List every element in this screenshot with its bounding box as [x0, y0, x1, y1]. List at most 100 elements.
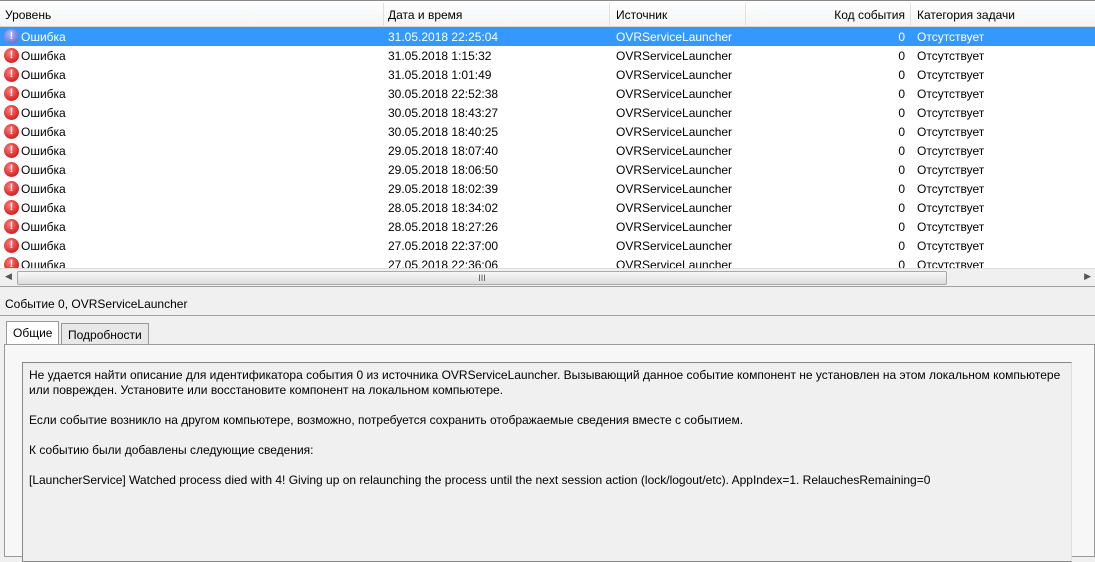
description-paragraph: К событию были добавлены следующие сведе… — [29, 443, 314, 457]
cell-category: Отсутствует — [917, 125, 985, 139]
cell-event-id: 0 — [898, 163, 905, 177]
cell-event-id: 0 — [898, 220, 905, 234]
cell-category: Отсутствует — [917, 182, 985, 196]
column-source[interactable]: Источник — [616, 8, 667, 22]
cell-level: Ошибка — [21, 106, 66, 120]
cell-level: Ошибка — [21, 182, 66, 196]
cell-level: Ошибка — [21, 201, 66, 215]
table-row[interactable]: ! Ошибка 27.05.2018 22:37:00 OVRServiceL… — [0, 236, 1095, 255]
cell-level: Ошибка — [21, 68, 66, 82]
table-row[interactable]: ! Ошибка 30.05.2018 18:40:25 OVRServiceL… — [0, 122, 1095, 141]
error-icon: ! — [4, 105, 19, 120]
error-icon: ! — [4, 162, 19, 177]
cell-level: Ошибка — [21, 125, 66, 139]
error-icon: ! — [4, 48, 19, 63]
cell-category: Отсутствует — [917, 144, 985, 158]
cell-level: Ошибка — [21, 239, 66, 253]
cell-event-id: 0 — [898, 182, 905, 196]
cell-event-id: 0 — [898, 87, 905, 101]
cell-source: OVRServiceLauncher — [616, 68, 733, 82]
cell-source: OVRServiceLauncher — [616, 201, 733, 215]
table-row[interactable]: ! Ошибка 31.05.2018 22:25:04 OVRServiceL… — [0, 27, 1095, 46]
cell-event-id: 0 — [898, 30, 905, 44]
error-icon: ! — [4, 67, 19, 82]
error-icon: ! — [4, 86, 19, 101]
table-row[interactable]: ! Ошибка 29.05.2018 18:02:39 OVRServiceL… — [0, 179, 1095, 198]
cell-category: Отсутствует — [917, 68, 985, 82]
scroll-left-arrow-icon[interactable]: ◀ — [5, 271, 12, 282]
event-description[interactable]: Не удается найти описание для идентифика… — [22, 362, 1072, 562]
cell-datetime: 31.05.2018 1:01:49 — [388, 68, 492, 82]
table-row[interactable]: ! Ошибка 31.05.2018 1:15:32 OVRServiceLa… — [0, 46, 1095, 65]
cell-source: OVRServiceLauncher — [616, 144, 733, 158]
scroll-thumb[interactable]: III — [17, 271, 947, 285]
column-divider[interactable] — [910, 3, 911, 27]
description-paragraph: Не удается найти описание для идентифика… — [29, 368, 1061, 397]
cell-level: Ошибка — [21, 30, 66, 44]
table-row[interactable]: ! Ошибка 30.05.2018 18:43:27 OVRServiceL… — [0, 103, 1095, 122]
cell-source: OVRServiceLauncher — [616, 49, 733, 63]
error-icon: ! — [4, 29, 19, 44]
cell-event-id: 0 — [898, 49, 905, 63]
cell-event-id: 0 — [898, 144, 905, 158]
description-paragraph: Если событие возникло на другом компьюте… — [29, 413, 744, 427]
column-level[interactable]: Уровень — [5, 8, 51, 22]
cell-level: Ошибка — [21, 220, 66, 234]
cell-source: OVRServiceLauncher — [616, 30, 733, 44]
cell-event-id: 0 — [898, 201, 905, 215]
error-icon: ! — [4, 124, 19, 139]
event-title: Событие 0, OVRServiceLauncher — [5, 297, 188, 311]
cell-source: OVRServiceLauncher — [616, 239, 733, 253]
cell-source: OVRServiceLauncher — [616, 125, 733, 139]
cell-category: Отсутствует — [917, 106, 985, 120]
cell-category: Отсутствует — [917, 163, 985, 177]
cell-event-id: 0 — [898, 68, 905, 82]
cell-event-id: 0 — [898, 239, 905, 253]
cell-datetime: 28.05.2018 18:34:02 — [388, 201, 499, 215]
cell-datetime: 29.05.2018 18:07:40 — [388, 144, 499, 158]
horizontal-scrollbar[interactable]: ◀ III ▶ — [0, 268, 1095, 286]
description-paragraph: [LauncherService] Watched process died w… — [29, 473, 931, 487]
cell-category: Отсутствует — [917, 87, 985, 101]
table-row[interactable]: ! Ошибка 28.05.2018 18:34:02 OVRServiceL… — [0, 198, 1095, 217]
scroll-right-arrow-icon[interactable]: ▶ — [1084, 271, 1091, 282]
tab-general[interactable]: Общие — [6, 321, 60, 344]
column-divider[interactable] — [745, 3, 746, 27]
error-icon: ! — [4, 200, 19, 215]
cell-datetime: 30.05.2018 18:40:25 — [388, 125, 499, 139]
column-datetime[interactable]: Дата и время — [388, 8, 462, 22]
cell-level: Ошибка — [21, 144, 66, 158]
column-category[interactable]: Категория задачи — [917, 8, 1015, 22]
column-divider[interactable] — [383, 3, 384, 27]
cell-datetime: 30.05.2018 18:43:27 — [388, 106, 499, 120]
table-row[interactable]: ! Ошибка 29.05.2018 18:07:40 OVRServiceL… — [0, 141, 1095, 160]
cell-datetime: 27.05.2018 22:37:00 — [388, 239, 499, 253]
cell-category: Отсутствует — [917, 201, 985, 215]
table-row[interactable]: ! Ошибка 30.05.2018 22:52:38 OVRServiceL… — [0, 84, 1095, 103]
error-icon: ! — [4, 181, 19, 196]
divider — [0, 315, 1095, 316]
event-list: Уровень Дата и время Источник Код событи… — [0, 0, 1095, 287]
cell-level: Ошибка — [21, 87, 66, 101]
table-row[interactable]: ! Ошибка 31.05.2018 1:01:49 OVRServiceLa… — [0, 65, 1095, 84]
table-row[interactable]: ! Ошибка 28.05.2018 18:27:26 OVRServiceL… — [0, 217, 1095, 236]
cell-datetime: 30.05.2018 22:52:38 — [388, 87, 499, 101]
cell-category: Отсутствует — [917, 49, 985, 63]
cell-source: OVRServiceLauncher — [616, 182, 733, 196]
cell-category: Отсутствует — [917, 30, 985, 44]
error-icon: ! — [4, 238, 19, 253]
cell-datetime: 31.05.2018 1:15:32 — [388, 49, 492, 63]
cell-source: OVRServiceLauncher — [616, 106, 733, 120]
error-icon: ! — [4, 143, 19, 158]
cell-event-id: 0 — [898, 125, 905, 139]
cell-level: Ошибка — [21, 49, 66, 63]
cell-category: Отсутствует — [917, 239, 985, 253]
table-row[interactable]: ! Ошибка 29.05.2018 18:06:50 OVRServiceL… — [0, 160, 1095, 179]
cell-source: OVRServiceLauncher — [616, 87, 733, 101]
cell-source: OVRServiceLauncher — [616, 163, 733, 177]
tab-details[interactable]: Подробности — [61, 323, 149, 345]
cell-datetime: 29.05.2018 18:06:50 — [388, 163, 499, 177]
column-header: Уровень Дата и время Источник Код событи… — [0, 0, 1095, 27]
column-event-id[interactable]: Код события — [834, 8, 905, 22]
column-divider[interactable] — [609, 3, 610, 27]
